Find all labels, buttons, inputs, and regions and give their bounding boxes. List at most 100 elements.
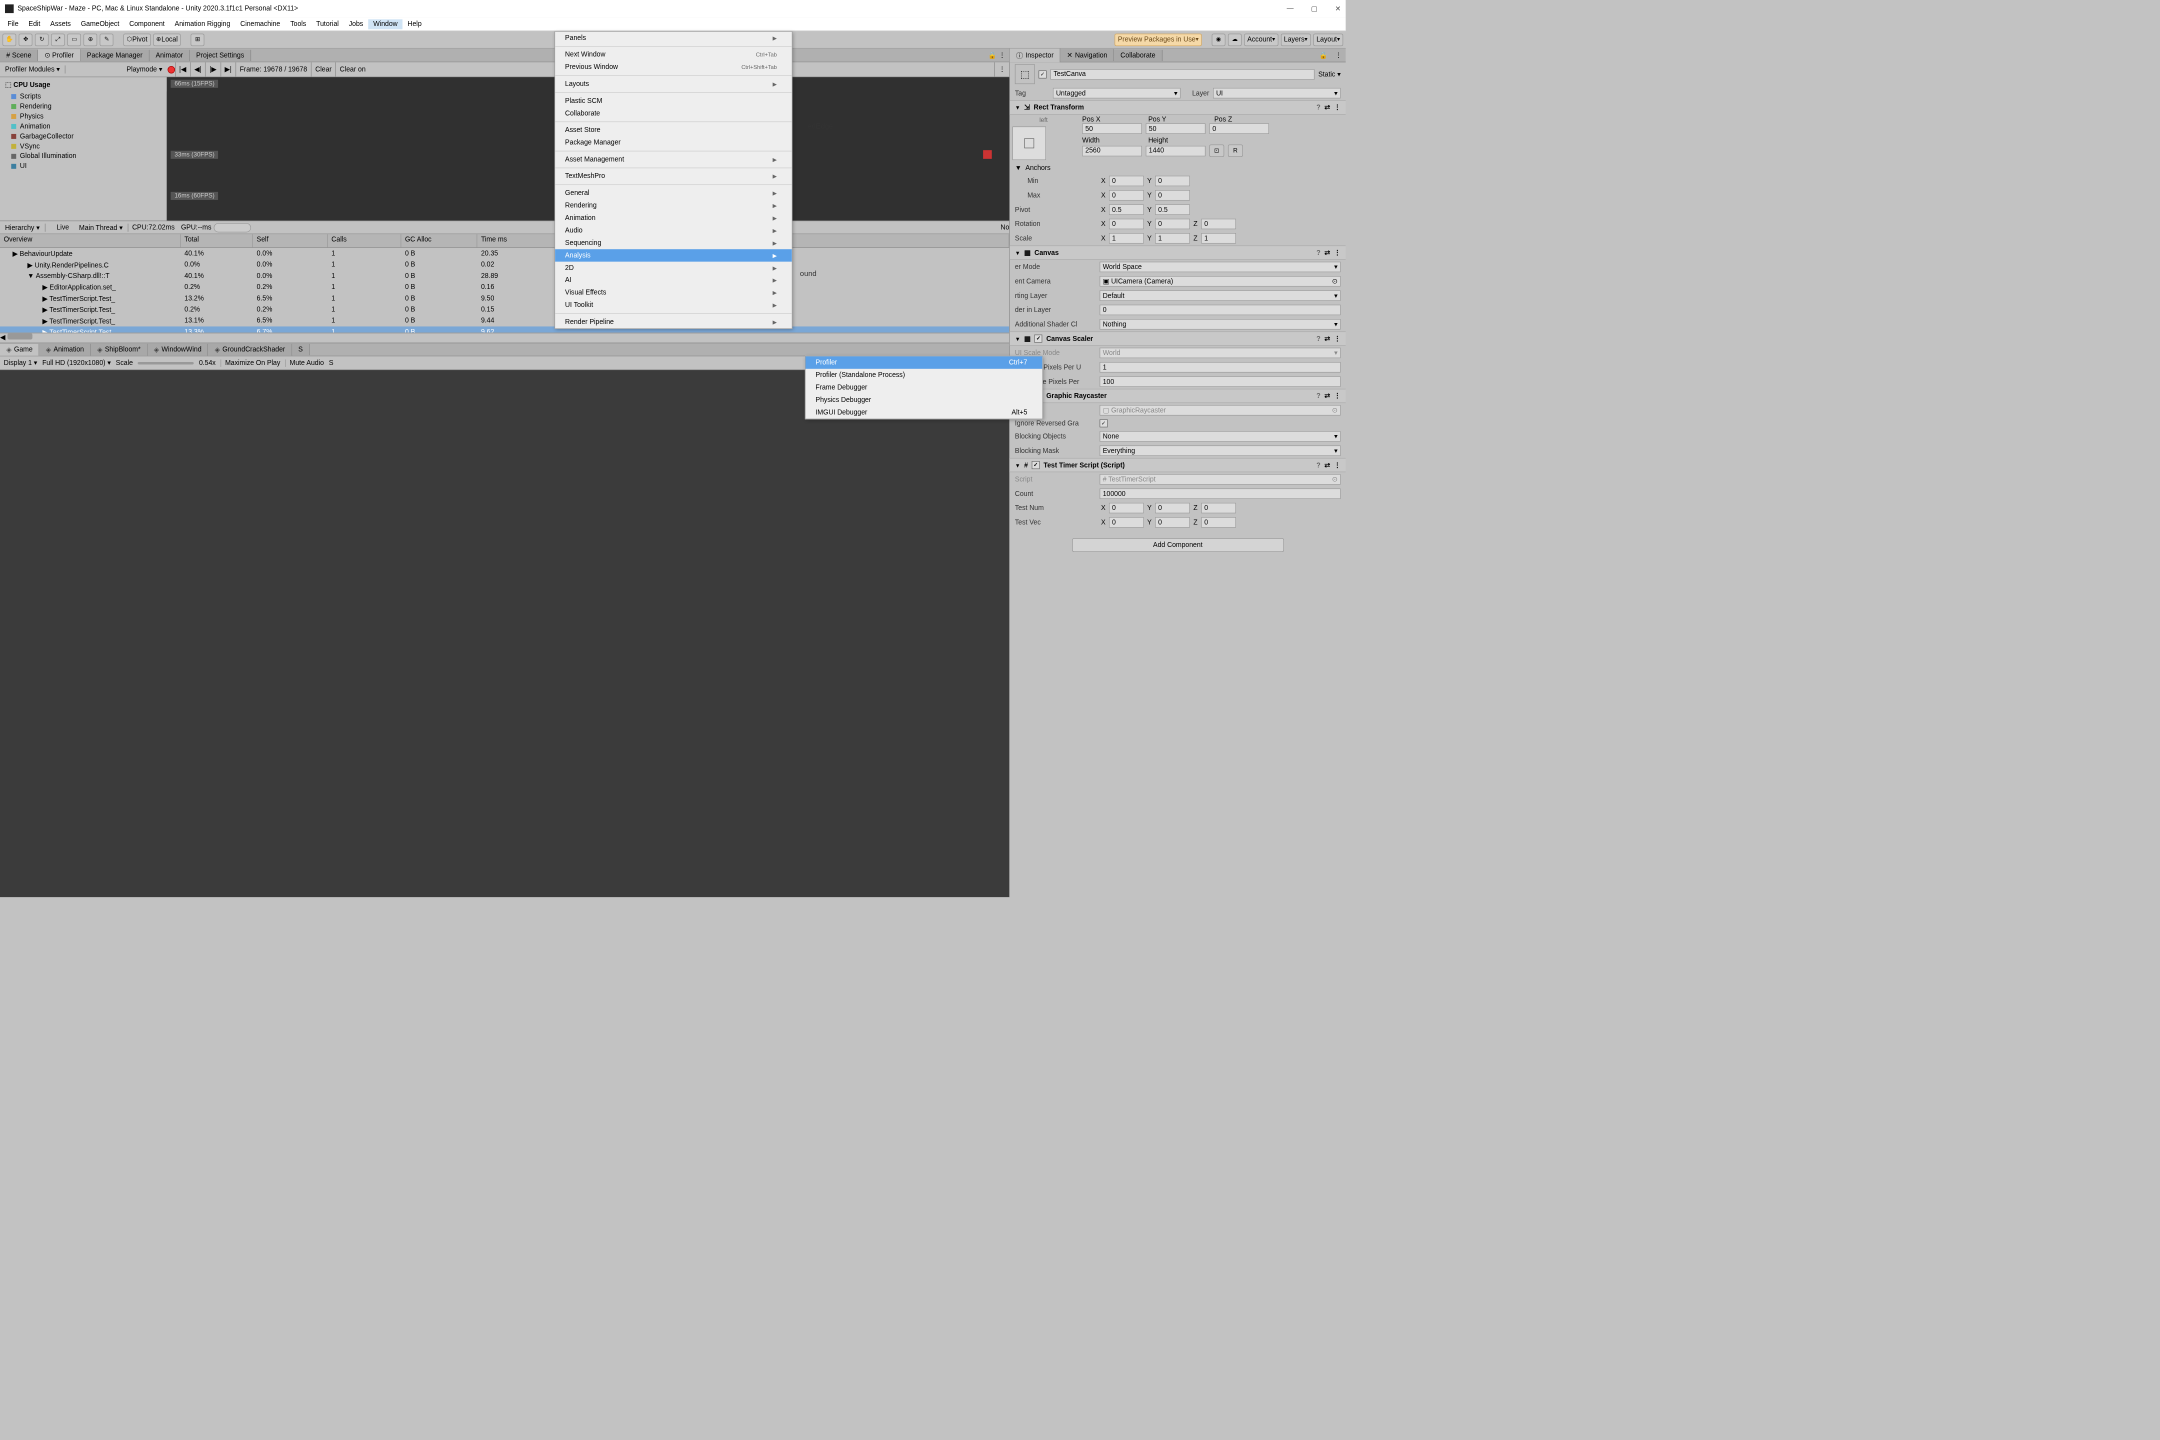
transform-tool-button[interactable]: ⊕ (84, 33, 98, 45)
layout-dropdown[interactable]: Layout ▾ (1313, 33, 1343, 45)
hierarchy-item-partial2[interactable]: ound (800, 269, 817, 278)
canvas-scaler-header[interactable]: ▼▦✓Canvas Scaler?⇄⋮ (1010, 331, 1346, 345)
menu-item-package-manager[interactable]: Package Manager (555, 136, 792, 148)
posz-input[interactable] (1209, 123, 1269, 134)
scale-tool-button[interactable]: ⤢ (51, 33, 65, 45)
menu-item-general[interactable]: General ▶ (555, 187, 792, 199)
testvec-y[interactable] (1155, 517, 1190, 528)
tab-inspector[interactable]: ⓘ Inspector (1010, 48, 1061, 62)
menu-assets[interactable]: Assets (45, 19, 76, 29)
count-input[interactable] (1100, 488, 1341, 499)
sorting-layer-dropdown[interactable]: Default▾ (1100, 290, 1341, 301)
tab-collaborate[interactable]: Collaborate (1114, 50, 1162, 61)
bottom-tab-game[interactable]: ◈ Game (0, 344, 40, 356)
snap-button[interactable]: ⊞ (191, 33, 205, 45)
menu-item-2d[interactable]: 2D ▶ (555, 262, 792, 274)
ignore-reversed-checkbox[interactable]: ✓ (1100, 419, 1108, 427)
raw-edit-button[interactable]: R (1228, 145, 1243, 157)
menu-item-asset-store[interactable]: Asset Store (555, 124, 792, 136)
close-button[interactable]: ✕ (1335, 5, 1341, 13)
profiler-modules-dropdown[interactable]: Profiler Modules ▾ (0, 65, 65, 73)
menu-item-ai[interactable]: AI ▶ (555, 274, 792, 286)
blocking-mask-dropdown[interactable]: Everything▾ (1100, 445, 1341, 456)
rect-transform-header[interactable]: ▼⇲ Rect Transform ?⇄⋮ (1010, 100, 1346, 114)
width-input[interactable] (1082, 145, 1142, 156)
local-toggle[interactable]: ⊕ Local (153, 33, 181, 45)
menu-item-layouts[interactable]: Layouts ▶ (555, 78, 792, 90)
menu-component[interactable]: Component (124, 19, 169, 29)
render-mode-dropdown[interactable]: World Space▾ (1100, 262, 1341, 273)
cpu-module-animation[interactable]: Animation (0, 121, 166, 131)
playmode-dropdown[interactable]: Playmode ▾ (122, 65, 168, 73)
menu-file[interactable]: File (2, 19, 23, 29)
anchor-min-y[interactable] (1155, 176, 1190, 187)
menu-item-previous-window[interactable]: Previous WindowCtrl+Shift+Tab (555, 61, 792, 73)
hand-tool-button[interactable]: ✋ (2, 33, 16, 45)
cloud-button[interactable]: ☁ (1228, 33, 1242, 45)
cpu-module-ui[interactable]: UI (0, 161, 166, 171)
stats-toggle[interactable]: S (329, 359, 334, 366)
canvas-header[interactable]: ▼▦Canvas?⇄⋮ (1010, 245, 1346, 259)
live-button[interactable]: Live (51, 224, 74, 231)
hierarchy-item-partial[interactable]: edEdge (807, 121, 833, 130)
profiler-row[interactable]: ▶ TestTimerScript.Test_13.1%6.5%10 B9.44 (0, 315, 1009, 326)
frame-first-button[interactable]: |◀ (175, 62, 190, 76)
testnum-z[interactable] (1201, 503, 1236, 514)
account-dropdown[interactable]: Account ▾ (1244, 33, 1278, 45)
anchor-max-x[interactable] (1109, 190, 1144, 201)
bottom-tab-s[interactable]: S (292, 344, 310, 355)
reference-px-input[interactable] (1100, 376, 1341, 387)
menu-edit[interactable]: Edit (24, 19, 46, 29)
menu-item-ui-toolkit[interactable]: UI Toolkit ▶ (555, 299, 792, 311)
clear-button[interactable]: Clear (311, 62, 335, 76)
cpu-module-vsync[interactable]: VSync (0, 141, 166, 151)
rect-tool-button[interactable]: ▭ (68, 33, 82, 45)
menu-item-next-window[interactable]: Next WindowCtrl+Tab (555, 49, 792, 61)
graphic-raycaster-header[interactable]: ▼▢✓Graphic Raycaster?⇄⋮ (1010, 389, 1346, 403)
object-name-input[interactable] (1050, 69, 1314, 80)
shader-channel-dropdown[interactable]: Nothing▾ (1100, 319, 1341, 330)
cpu-module-physics[interactable]: Physics (0, 112, 166, 122)
menu-item-panels[interactable]: Panels ▶ (555, 32, 792, 44)
anchor-min-x[interactable] (1109, 176, 1144, 187)
submenu-item-profiler[interactable]: ProfilerCtrl+7 (806, 356, 1043, 368)
mute-toggle[interactable]: Mute Audio (285, 359, 324, 366)
order-input[interactable] (1100, 305, 1341, 316)
pivot-y[interactable] (1155, 204, 1190, 215)
menu-jobs[interactable]: Jobs (344, 19, 368, 29)
preview-packages-button[interactable]: Preview Packages in Use ▾ (1115, 33, 1202, 45)
panel-options-icon[interactable]: 🔒 ⋮ (984, 51, 1009, 59)
submenu-item-physics-debugger[interactable]: Physics Debugger (806, 394, 1043, 406)
scale-x[interactable] (1109, 233, 1144, 244)
record-button[interactable] (167, 66, 174, 73)
game-view[interactable] (0, 370, 1009, 897)
testnum-y[interactable] (1155, 503, 1190, 514)
menu-tutorial[interactable]: Tutorial (311, 19, 344, 29)
dynamic-px-input[interactable] (1100, 362, 1341, 373)
tab-packagemanager[interactable]: Package Manager (81, 50, 150, 61)
menu-item-sequencing[interactable]: Sequencing ▶ (555, 237, 792, 249)
tab-scene[interactable]: # Scene (0, 50, 38, 61)
static-dropdown[interactable]: Static ▾ (1318, 70, 1340, 78)
menu-item-render-pipeline[interactable]: Render Pipeline ▶ (555, 316, 792, 328)
pivot-x[interactable] (1109, 204, 1144, 215)
menu-item-plastic-scm[interactable]: Plastic SCM (555, 95, 792, 107)
anchor-preset-button[interactable] (1012, 126, 1046, 160)
maximize-toggle[interactable]: Maximize On Play (221, 359, 281, 366)
minimize-button[interactable]: — (1287, 5, 1294, 13)
profiler-row[interactable]: ▶ EditorApplication.set_0.2%0.2%10 B0.16 (0, 282, 1009, 293)
rot-x[interactable] (1109, 219, 1144, 230)
profiler-row[interactable]: ▶ TestTimerScript.Test_13.2%6.5%10 B9.50 (0, 293, 1009, 304)
menu-item-visual-effects[interactable]: Visual Effects ▶ (555, 287, 792, 299)
testvec-z[interactable] (1201, 517, 1236, 528)
bottom-tab-windowwind[interactable]: ◈ WindowWind (148, 344, 209, 356)
hierarchy-dropdown[interactable]: Hierarchy ▾ (0, 223, 45, 231)
col-gcalloc[interactable]: GC Alloc (401, 234, 477, 247)
menu-item-audio[interactable]: Audio ▶ (555, 224, 792, 236)
col-calls[interactable]: Calls (328, 234, 402, 247)
test-timer-header[interactable]: ▼#✓Test Timer Script (Script)?⇄⋮ (1010, 458, 1346, 472)
posx-input[interactable] (1082, 123, 1142, 134)
profiler-menu-icon[interactable]: ⋮ (994, 62, 1009, 76)
cpu-module-garbagecollector[interactable]: GarbageCollector (0, 131, 166, 141)
tab-animator[interactable]: Animator (149, 50, 190, 61)
